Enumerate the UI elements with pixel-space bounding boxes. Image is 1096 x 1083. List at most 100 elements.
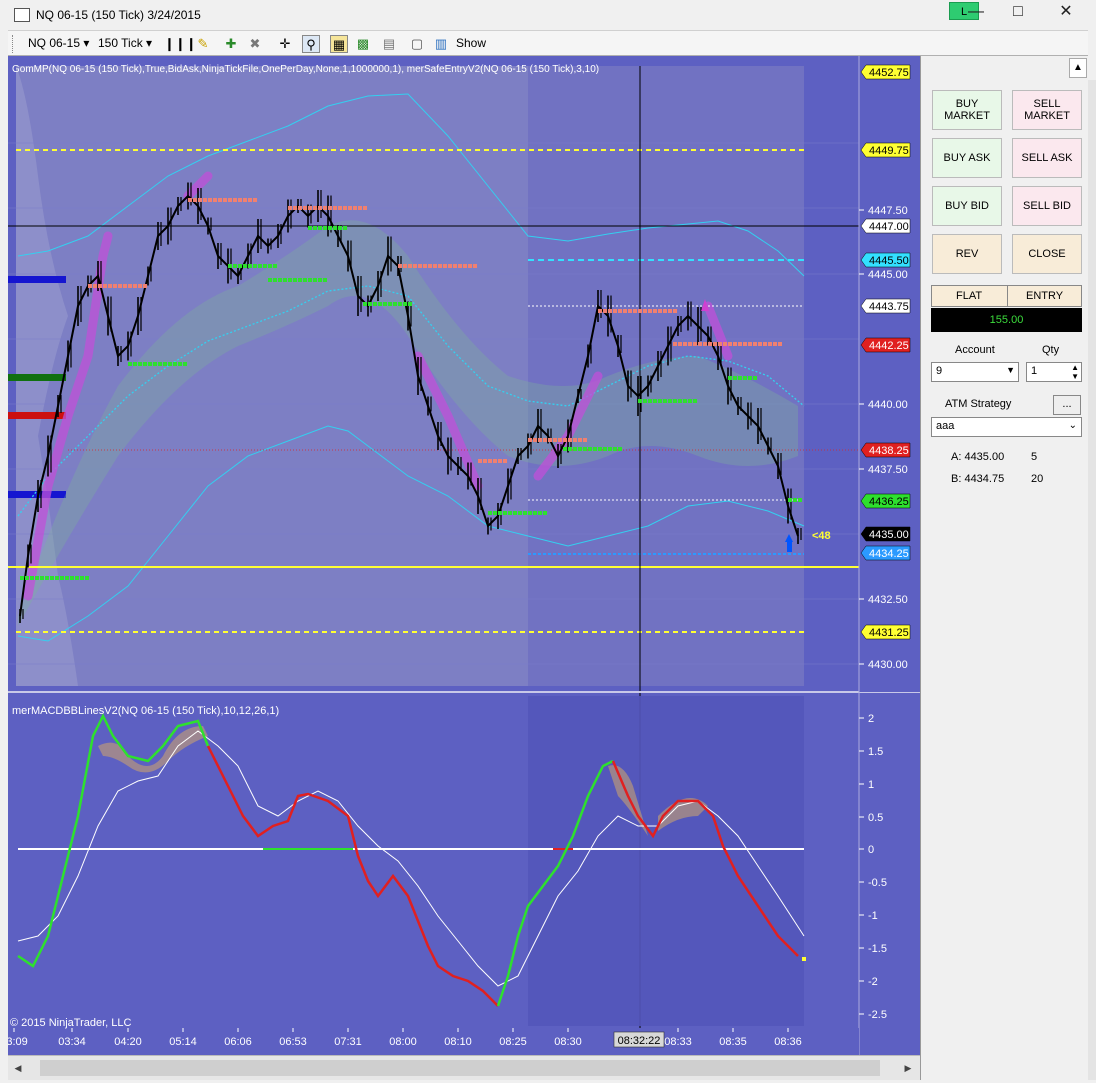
signal-dot — [433, 264, 437, 268]
signal-dot — [458, 264, 462, 268]
signal-dot — [328, 226, 332, 230]
signal-dot — [678, 399, 682, 403]
signal-dot — [758, 342, 762, 346]
data-box-icon[interactable]: ▦ — [330, 35, 348, 53]
signal-dot — [773, 342, 777, 346]
price-tags: 4452.75 4449.75 4447.00 4445.50 4443.75 4442.… — [860, 64, 911, 640]
scroll-left-icon[interactable]: ◀ — [10, 1060, 26, 1076]
buy-market-button[interactable]: BUY MARKET — [932, 90, 1002, 130]
signal-dot — [438, 264, 442, 268]
panel-scroll-up-icon[interactable]: ▲ — [1069, 58, 1087, 78]
sell-ask-button[interactable]: SELL ASK — [1012, 138, 1082, 178]
scroll-thumb[interactable] — [40, 1060, 880, 1076]
signal-dot — [728, 376, 732, 380]
atm-select[interactable]: aaa ⌄ — [931, 417, 1082, 437]
price-tick: 4432.50 — [868, 594, 908, 606]
signal-dot — [93, 284, 97, 288]
signal-dot — [508, 511, 512, 515]
interval-selector[interactable]: 150 Tick ▾ — [98, 36, 152, 50]
sell-market-button[interactable]: SELL MARKET — [1012, 90, 1082, 130]
qty-stepper[interactable]: 1 ▲ ▼ — [1026, 362, 1082, 382]
chart-trader-icon[interactable]: ▥ — [432, 35, 450, 53]
strategies-icon[interactable]: ▤ — [380, 35, 398, 53]
window-title: NQ 06-15 (150 Tick) 3/24/2015 — [36, 8, 201, 22]
signal-dot — [778, 342, 782, 346]
macd-tick: -1.5 — [868, 943, 887, 955]
close-icon[interactable]: ✕ — [1046, 2, 1086, 24]
maximize-icon[interactable]: □ — [998, 2, 1038, 24]
signal-dot — [233, 264, 237, 268]
signal-dot — [278, 278, 282, 282]
signal-dot — [25, 576, 29, 580]
signal-dot — [563, 438, 567, 442]
macd-tick: -1 — [868, 910, 878, 922]
stepper-icon[interactable]: ▲ ▼ — [1071, 363, 1079, 381]
horizontal-scrollbar[interactable]: ◀ ▶ — [8, 1055, 920, 1080]
indicators-icon[interactable]: ▩ — [354, 35, 372, 53]
signal-dot — [80, 576, 84, 580]
signal-dot — [50, 576, 54, 580]
magnify-icon[interactable]: ⚲ — [302, 35, 320, 53]
reverse-button[interactable]: REV — [932, 234, 1002, 274]
atm-more-button[interactable]: ... — [1053, 395, 1081, 415]
close-button[interactable]: CLOSE — [1012, 234, 1082, 274]
signal-dot — [313, 226, 317, 230]
signal-dot — [283, 278, 287, 282]
signal-dot — [493, 459, 497, 463]
signal-dot — [20, 576, 24, 580]
signal-dot — [333, 226, 337, 230]
signal-dot — [543, 438, 547, 442]
signal-dot — [108, 284, 112, 288]
buy-bid-button[interactable]: BUY BID — [932, 186, 1002, 226]
instrument-selector[interactable]: NQ 06-15 ▾ — [28, 36, 89, 50]
signal-dot — [683, 399, 687, 403]
price-tick: 4440.00 — [868, 399, 908, 411]
signal-dot — [583, 438, 587, 442]
price-tag: 4438.25 — [860, 442, 911, 458]
signal-dot — [608, 309, 612, 313]
crosshair-icon[interactable]: ✛ — [276, 35, 294, 53]
account-select[interactable]: 9 ▼ — [931, 362, 1019, 382]
minimize-icon[interactable]: — — [956, 2, 996, 24]
signal-dot — [493, 511, 497, 515]
buy-ask-button[interactable]: BUY ASK — [932, 138, 1002, 178]
signal-dot — [713, 342, 717, 346]
show-button[interactable]: Show — [456, 36, 486, 50]
signal-dot — [273, 278, 277, 282]
signal-dot — [303, 206, 307, 210]
chart-area[interactable]: 4447.50 4445.00 4440.00 4437.50 4432.50 4430.… — [0, 56, 920, 1080]
signal-dot — [243, 198, 247, 202]
macd-tick: 0.5 — [868, 812, 883, 824]
pencil-icon[interactable]: ✎ — [194, 35, 212, 53]
scroll-right-icon[interactable]: ▶ — [900, 1060, 916, 1076]
properties-icon[interactable]: ▢ — [408, 35, 426, 53]
pnl-display: 155.00 — [931, 308, 1082, 332]
copyright: © 2015 NinjaTrader, LLC — [10, 1017, 131, 1029]
signal-dot — [60, 576, 64, 580]
vertical-scrollbar[interactable] — [1088, 80, 1096, 1080]
zoom-in-icon[interactable]: ✚ — [222, 35, 240, 53]
sell-bid-button[interactable]: SELL BID — [1012, 186, 1082, 226]
zoom-out-icon[interactable]: ✖ — [246, 35, 264, 53]
profile-bar-green — [8, 374, 66, 381]
signal-dot — [538, 511, 542, 515]
signal-dot — [65, 576, 69, 580]
signal-dot — [263, 264, 267, 268]
signal-dot — [253, 264, 257, 268]
signal-dot — [75, 576, 79, 580]
svg-text:4434.25: 4434.25 — [869, 548, 909, 560]
signal-dot — [148, 362, 152, 366]
signal-dot — [648, 399, 652, 403]
signal-dot — [568, 438, 572, 442]
cursor-time: 08:32:22 — [618, 1035, 661, 1047]
signal-dot — [673, 399, 677, 403]
bar-type-icon[interactable]: ❙❙❙ — [164, 35, 197, 53]
signal-dot — [603, 309, 607, 313]
signal-dot — [643, 399, 647, 403]
signal-dot — [323, 278, 327, 282]
signal-dot — [413, 264, 417, 268]
macd-session-shade — [528, 696, 804, 1026]
signal-dot — [313, 206, 317, 210]
atm-label: ATM Strategy — [945, 398, 1012, 410]
signal-dot — [403, 302, 407, 306]
